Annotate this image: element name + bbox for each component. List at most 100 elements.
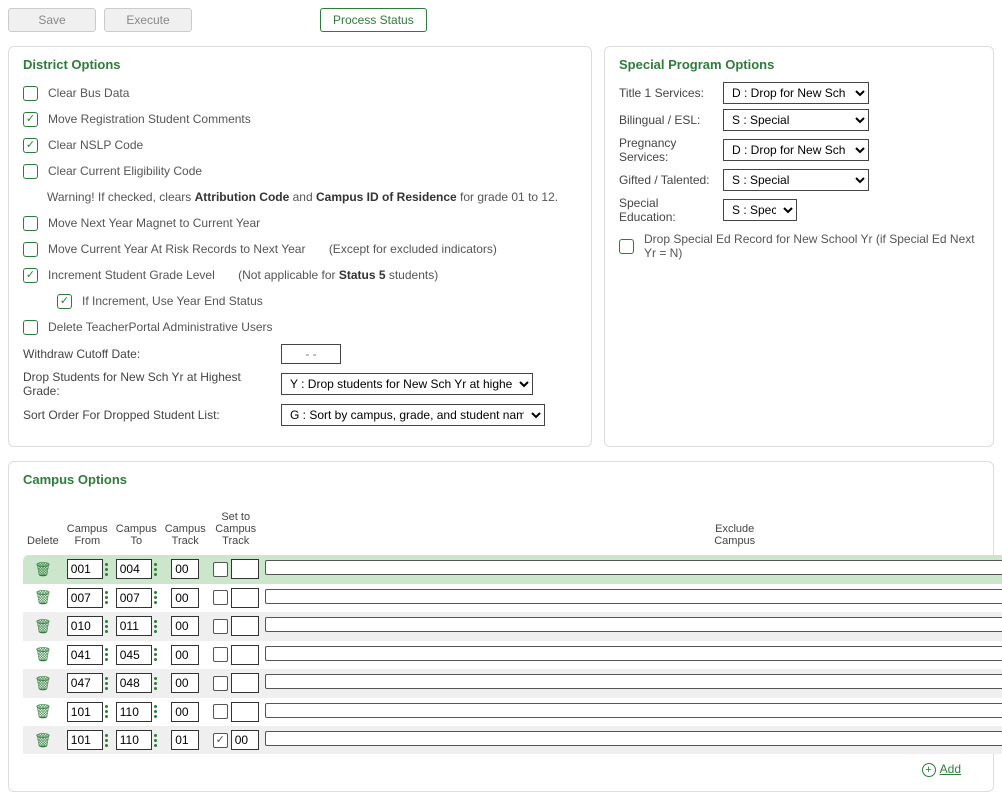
set-track-checkbox[interactable] <box>213 676 228 691</box>
delete-icon[interactable]: 🗑 <box>34 732 52 748</box>
special-select-2[interactable]: D : Drop for New Sch Yr <box>723 139 869 161</box>
district-checkbox-0[interactable] <box>23 86 38 101</box>
set-track-input[interactable] <box>231 702 259 722</box>
delete-icon[interactable]: 🗑 <box>34 675 52 691</box>
exclude-campus-checkbox[interactable] <box>265 674 1002 689</box>
campus-from-input[interactable] <box>67 616 103 636</box>
col-header-2: CampusTo <box>112 497 161 555</box>
district-checkbox-3[interactable] <box>23 164 38 179</box>
campus-track-input[interactable] <box>171 730 199 750</box>
district3-checkbox-0[interactable] <box>23 320 38 335</box>
exclude-campus-checkbox[interactable] <box>265 703 1002 718</box>
delete-icon[interactable]: 🗑 <box>34 561 52 577</box>
eligibility-warning: Warning! If checked, clears Attribution … <box>47 190 558 204</box>
table-row: 🗑 <box>23 726 1002 754</box>
district-options-panel: District Options Clear Bus DataMove Regi… <box>8 46 592 447</box>
set-track-checkbox[interactable] <box>213 590 228 605</box>
set-track-input[interactable] <box>231 559 259 579</box>
special-label-2: Pregnancy Services: <box>619 136 713 164</box>
campus-track-input[interactable] <box>171 559 199 579</box>
delete-icon[interactable]: 🗑 <box>34 646 52 662</box>
campus-to-input[interactable] <box>116 559 152 579</box>
district2-checkbox-0[interactable] <box>23 216 38 231</box>
save-button[interactable]: Save <box>8 8 96 32</box>
exclude-campus-checkbox[interactable] <box>265 731 1002 746</box>
table-row: 🗑 <box>23 669 1002 698</box>
set-track-input[interactable] <box>231 588 259 608</box>
campus-from-input[interactable] <box>67 645 103 665</box>
special-select-4[interactable]: S : Special <box>723 199 797 221</box>
add-row-link[interactable]: Add <box>940 762 961 776</box>
exclude-campus-checkbox[interactable] <box>265 560 1002 575</box>
district-checkbox-1[interactable] <box>23 112 38 127</box>
set-track-checkbox[interactable] <box>213 619 228 634</box>
col-header-4: Set toCampusTrack <box>210 497 262 555</box>
campus-to-picker[interactable] <box>154 591 157 604</box>
district2-label-2: Increment Student Grade Level <box>48 268 215 282</box>
add-row-icon[interactable]: + <box>922 763 936 777</box>
delete-icon[interactable]: 🗑 <box>34 703 52 719</box>
drop-highest-grade-select[interactable]: Y : Drop students for New Sch Yr at high… <box>281 373 533 395</box>
campus-from-picker[interactable] <box>105 563 108 576</box>
set-track-checkbox[interactable] <box>213 733 228 748</box>
increment-year-end-status-checkbox[interactable] <box>57 294 72 309</box>
table-row: 🗑 <box>23 555 1002 584</box>
campus-from-input[interactable] <box>67 559 103 579</box>
campus-to-picker[interactable] <box>154 648 157 661</box>
exclude-campus-checkbox[interactable] <box>265 589 1002 604</box>
exclude-campus-checkbox[interactable] <box>265 617 1002 632</box>
campus-to-picker[interactable] <box>154 705 157 718</box>
table-row: 🗑 <box>23 698 1002 727</box>
campus-to-input[interactable] <box>116 588 152 608</box>
set-track-input[interactable] <box>231 730 259 750</box>
campus-track-input[interactable] <box>171 702 199 722</box>
special-select-0[interactable]: D : Drop for New Sch Yr <box>723 82 869 104</box>
campus-to-input[interactable] <box>116 702 152 722</box>
campus-from-picker[interactable] <box>105 620 108 633</box>
campus-to-input[interactable] <box>116 616 152 636</box>
col-header-5: ExcludeCampus <box>262 497 1002 555</box>
campus-from-picker[interactable] <box>105 705 108 718</box>
execute-button[interactable]: Execute <box>104 8 192 32</box>
campus-from-picker[interactable] <box>105 591 108 604</box>
process-status-button[interactable]: Process Status <box>320 8 427 32</box>
set-track-checkbox[interactable] <box>213 647 228 662</box>
drop-special-ed-checkbox[interactable] <box>619 239 634 254</box>
campus-from-picker[interactable] <box>105 734 108 747</box>
set-track-input[interactable] <box>231 673 259 693</box>
district2-checkbox-1[interactable] <box>23 242 38 257</box>
campus-to-input[interactable] <box>116 730 152 750</box>
district-legend: District Options <box>23 57 577 72</box>
withdraw-cutoff-input[interactable] <box>281 344 341 364</box>
campus-to-input[interactable] <box>116 673 152 693</box>
campus-track-input[interactable] <box>171 588 199 608</box>
set-track-checkbox[interactable] <box>213 562 228 577</box>
campus-track-input[interactable] <box>171 616 199 636</box>
district2-label-1: Move Current Year At Risk Records to Nex… <box>48 242 305 256</box>
delete-icon[interactable]: 🗑 <box>34 618 52 634</box>
table-row: 🗑 <box>23 612 1002 641</box>
campus-to-picker[interactable] <box>154 677 157 690</box>
campus-to-picker[interactable] <box>154 620 157 633</box>
set-track-input[interactable] <box>231 616 259 636</box>
campus-from-input[interactable] <box>67 730 103 750</box>
campus-from-picker[interactable] <box>105 648 108 661</box>
campus-to-input[interactable] <box>116 645 152 665</box>
exclude-campus-checkbox[interactable] <box>265 646 1002 661</box>
district2-checkbox-2[interactable] <box>23 268 38 283</box>
set-track-input[interactable] <box>231 645 259 665</box>
campus-from-input[interactable] <box>67 673 103 693</box>
sort-order-select[interactable]: G : Sort by campus, grade, and student n… <box>281 404 545 426</box>
campus-from-picker[interactable] <box>105 677 108 690</box>
set-track-checkbox[interactable] <box>213 704 228 719</box>
special-select-3[interactable]: S : Special <box>723 169 869 191</box>
campus-from-input[interactable] <box>67 588 103 608</box>
campus-track-input[interactable] <box>171 645 199 665</box>
special-select-1[interactable]: S : Special <box>723 109 869 131</box>
campus-to-picker[interactable] <box>154 734 157 747</box>
campus-to-picker[interactable] <box>154 563 157 576</box>
delete-icon[interactable]: 🗑 <box>34 589 52 605</box>
district-checkbox-2[interactable] <box>23 138 38 153</box>
campus-track-input[interactable] <box>171 673 199 693</box>
campus-from-input[interactable] <box>67 702 103 722</box>
